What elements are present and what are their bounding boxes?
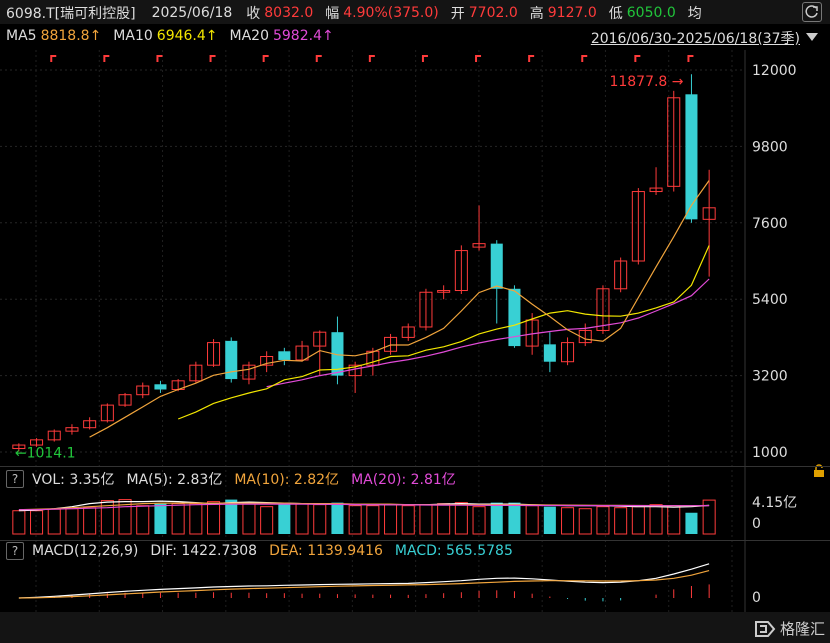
volume-bar-up [260,506,274,535]
macd-help-icon[interactable]: ? [6,542,24,560]
volume-bar-down [154,503,167,534]
event-marker [687,55,694,62]
vol-axis-top: 4.15亿 [752,495,798,511]
vol-ma20: MA(20): 2.81亿 [351,472,456,488]
event-marker [421,55,428,62]
volume-bar-up [631,506,645,535]
volume-bar-up [384,504,398,535]
volume-bar-up [561,507,575,535]
y-tick-label: 7600 [752,216,788,232]
volume-bar-down [685,512,698,534]
event-marker [581,55,588,62]
event-marker [209,55,216,62]
volume-bar-up [454,502,468,535]
volume-bar-down [508,502,521,534]
x-axis-band [0,612,830,643]
vol-axis-zero: 0 [752,516,761,532]
high-annotation: 11877.8 → [609,74,683,90]
volume-bar-down [331,502,344,534]
brand-logo-icon [755,620,776,637]
volume-bar-up [47,508,61,535]
event-marker [262,55,269,62]
candle-body-down [278,351,291,360]
macd-separator [0,540,830,541]
volume-separator [0,466,830,467]
event-marker [103,55,110,62]
volume-bar-up [419,504,433,535]
vol-ma5: MA(5): 2.83亿 [126,472,223,488]
volume-bar-up [401,505,415,535]
volume-bar-up [189,503,203,535]
main-grid [0,50,746,612]
volume-bar-up [596,506,610,535]
volume-bar-up [65,508,79,535]
brand-logo: 格隆汇 [754,618,825,639]
volume-bar-up [667,505,681,535]
macd-value: MACD: 565.5785 [394,543,513,559]
brand-text: 格隆汇 [780,620,826,638]
y-tick-label: 9800 [752,139,788,155]
volume-bar-up [295,503,309,535]
event-marker [50,55,57,62]
low-annotation: ←1014.1 [15,446,76,462]
event-marker [315,55,322,62]
volume-bar-up [525,505,539,535]
volume-bar-up [83,507,97,535]
event-marker [368,55,375,62]
volume-bar-up [614,507,628,535]
candle-body-down [685,94,698,220]
vol-value: VOL: 3.35亿 [32,472,115,488]
macd-axis-zero: 0 [752,590,761,606]
volume-group [12,499,716,535]
y-tick-label: 5400 [752,292,788,308]
volume-bar-up [207,501,221,535]
volume-bar-up [136,505,150,535]
y-tick-label: 3200 [752,369,788,385]
ma5-line [89,180,710,438]
y-tick-label: 1000 [752,445,788,461]
ma-lines-group [89,180,710,438]
macd-dif: DIF: 1422.7308 [150,543,258,559]
vol-ma10: MA(10): 2.82亿 [234,472,340,488]
volume-bar-up [437,503,451,535]
volume-bar-up [649,504,663,535]
event-marker [528,55,535,62]
candle-body-down [154,384,167,390]
macd-legend: ? MACD(12,26,9) DIF: 1422.7308 DEA: 1139… [6,542,513,560]
volume-bar-down [490,502,503,534]
volume-bar-down [543,506,556,534]
volume-bar-up [313,504,327,535]
volume-help-icon[interactable]: ? [6,470,24,488]
volume-legend: ? VOL: 3.35亿 MA(5): 2.83亿 MA(10): 2.82亿 … [6,469,456,489]
volume-bar-up [348,505,362,535]
volume-bar-up [366,505,380,535]
volume-bar-up [12,510,26,535]
candle-body-down [543,344,556,362]
volume-bar-up [30,510,44,535]
candle-body-down [225,340,238,380]
volume-bar-up [242,503,256,535]
macd-label: MACD(12,26,9) [32,543,139,559]
candle-body-down [490,243,503,289]
ma10-line [177,245,710,420]
volume-bar-up [171,503,185,535]
macd-dea: DEA: 1139.9416 [269,543,383,559]
volume-bar-up [578,508,592,535]
y-tick-label: 12000 [752,63,797,79]
event-marker [156,55,163,62]
candles-group [12,55,716,452]
volume-bar-down [278,502,291,534]
event-marker [634,55,641,62]
